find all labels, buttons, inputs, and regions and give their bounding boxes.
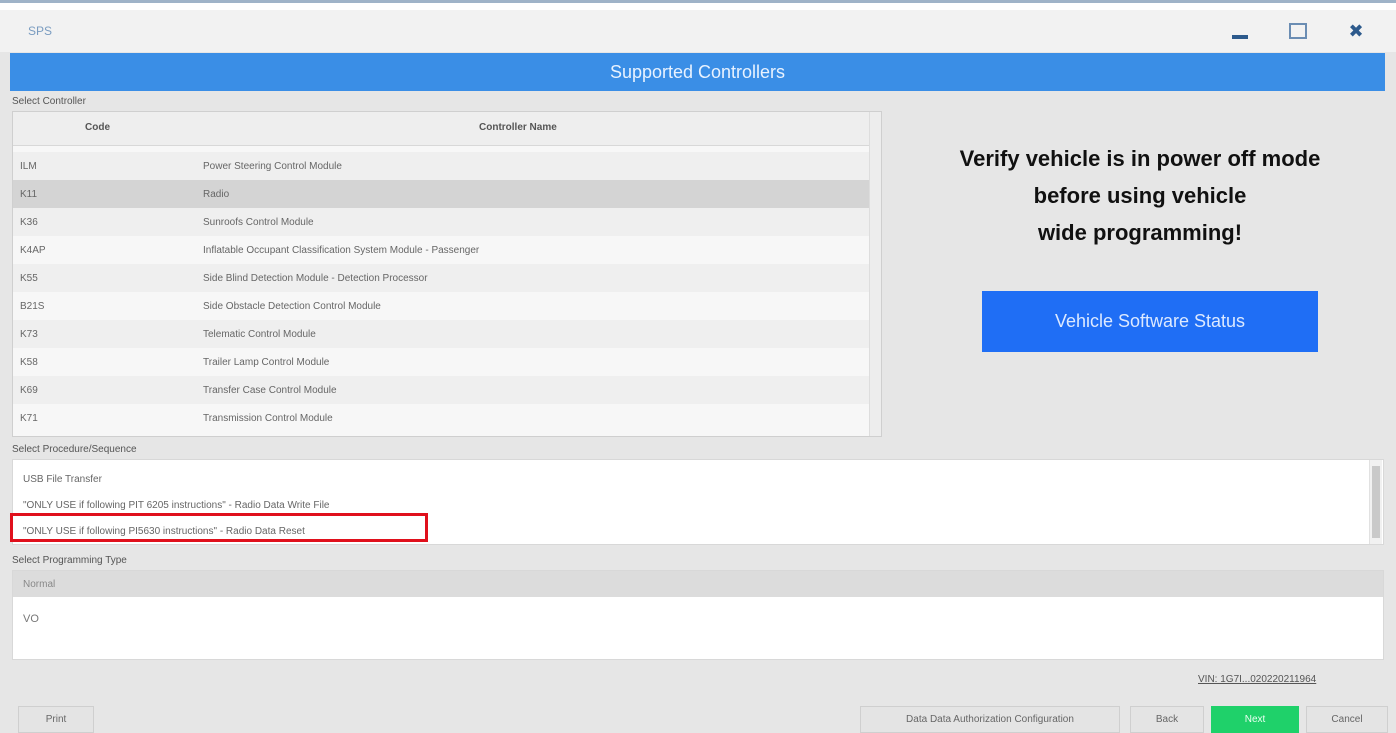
- procedure-item[interactable]: "ONLY USE if following PIT 6205 instruct…: [23, 500, 329, 511]
- maximize-icon[interactable]: [1276, 16, 1320, 46]
- controller-table-scrollbar[interactable]: [869, 112, 881, 436]
- power-off-warning: Verify vehicle is in power off mode befo…: [890, 140, 1390, 251]
- scrollbar-thumb[interactable]: [1372, 466, 1380, 538]
- procedure-list-scrollbar[interactable]: [1369, 460, 1382, 544]
- controller-table: Code Controller Name ILM Power Steering …: [12, 111, 882, 437]
- row-code: K55: [20, 273, 38, 284]
- table-row[interactable]: ILM Power Steering Control Module: [13, 152, 869, 180]
- cancel-button[interactable]: Cancel: [1306, 706, 1388, 733]
- row-name: Power Steering Control Module: [203, 161, 342, 172]
- row-code: K36: [20, 217, 38, 228]
- table-row[interactable]: B21S Side Obstacle Detection Control Mod…: [13, 292, 869, 320]
- programming-type-header-label: Normal: [23, 579, 56, 590]
- close-icon[interactable]: ✖: [1334, 16, 1378, 46]
- row-name: Trailer Lamp Control Module: [203, 357, 330, 368]
- table-body: ILM Power Steering Control Module K11 Ra…: [13, 152, 869, 432]
- row-name: Side Obstacle Detection Control Module: [203, 301, 381, 312]
- table-row[interactable]: K4AP Inflatable Occupant Classification …: [13, 236, 869, 264]
- warning-line: before using vehicle: [1033, 183, 1247, 208]
- select-controller-label: Select Controller: [12, 96, 86, 107]
- print-button[interactable]: Print: [18, 706, 94, 733]
- row-name: Transmission Control Module: [203, 413, 333, 424]
- programming-type-item[interactable]: VO: [23, 613, 39, 625]
- back-button[interactable]: Back: [1130, 706, 1204, 733]
- column-header-code[interactable]: Code: [85, 122, 110, 133]
- row-name: Inflatable Occupant Classification Syste…: [203, 245, 480, 256]
- warning-line: wide programming!: [1037, 220, 1243, 245]
- title-bar: [0, 10, 1396, 52]
- row-code: K58: [20, 357, 38, 368]
- highlight-annotation: [10, 513, 428, 542]
- next-button[interactable]: Next: [1211, 706, 1299, 733]
- row-name: Sunroofs Control Module: [203, 217, 314, 228]
- table-row[interactable]: K58 Trailer Lamp Control Module: [13, 348, 869, 376]
- data-authorization-config-button[interactable]: Data Data Authorization Configuration: [860, 706, 1120, 733]
- table-header: Code Controller Name: [13, 112, 869, 146]
- row-name: Side Blind Detection Module - Detection …: [203, 273, 428, 284]
- programming-type-list: Normal VO: [12, 570, 1384, 660]
- row-code: K69: [20, 385, 38, 396]
- page-title: Supported Controllers: [10, 53, 1385, 91]
- row-code: ILM: [20, 161, 37, 172]
- row-name: Telematic Control Module: [203, 329, 316, 340]
- row-name: Transfer Case Control Module: [203, 385, 337, 396]
- table-row[interactable]: K73 Telematic Control Module: [13, 320, 869, 348]
- row-code: B21S: [20, 301, 45, 312]
- row-code: K4AP: [20, 245, 46, 256]
- row-name: Radio: [203, 189, 230, 200]
- app-title: SPS: [28, 24, 53, 38]
- minimize-icon[interactable]: [1218, 16, 1262, 46]
- procedure-item[interactable]: USB File Transfer: [23, 474, 102, 485]
- row-code: K73: [20, 329, 38, 340]
- warning-line: Verify vehicle is in power off mode: [959, 146, 1321, 171]
- programming-type-header[interactable]: Normal: [13, 571, 1383, 597]
- row-code: K71: [20, 413, 38, 424]
- column-header-controller-name[interactable]: Controller Name: [479, 122, 557, 133]
- table-row[interactable]: K36 Sunroofs Control Module: [13, 208, 869, 236]
- table-row-selected[interactable]: K11 Radio: [13, 180, 869, 208]
- select-procedure-label: Select Procedure/Sequence: [12, 444, 137, 455]
- table-row[interactable]: K69 Transfer Case Control Module: [13, 376, 869, 404]
- table-row[interactable]: K55 Side Blind Detection Module - Detect…: [13, 264, 869, 292]
- vehicle-software-status-button[interactable]: Vehicle Software Status: [982, 291, 1318, 352]
- select-programming-type-label: Select Programming Type: [12, 555, 127, 566]
- table-row[interactable]: K71 Transmission Control Module: [13, 404, 869, 432]
- version-link[interactable]: VIN: 1G7I...020220211964: [1198, 674, 1316, 685]
- window-top-edge: [0, 0, 1396, 10]
- row-code: K11: [20, 189, 38, 200]
